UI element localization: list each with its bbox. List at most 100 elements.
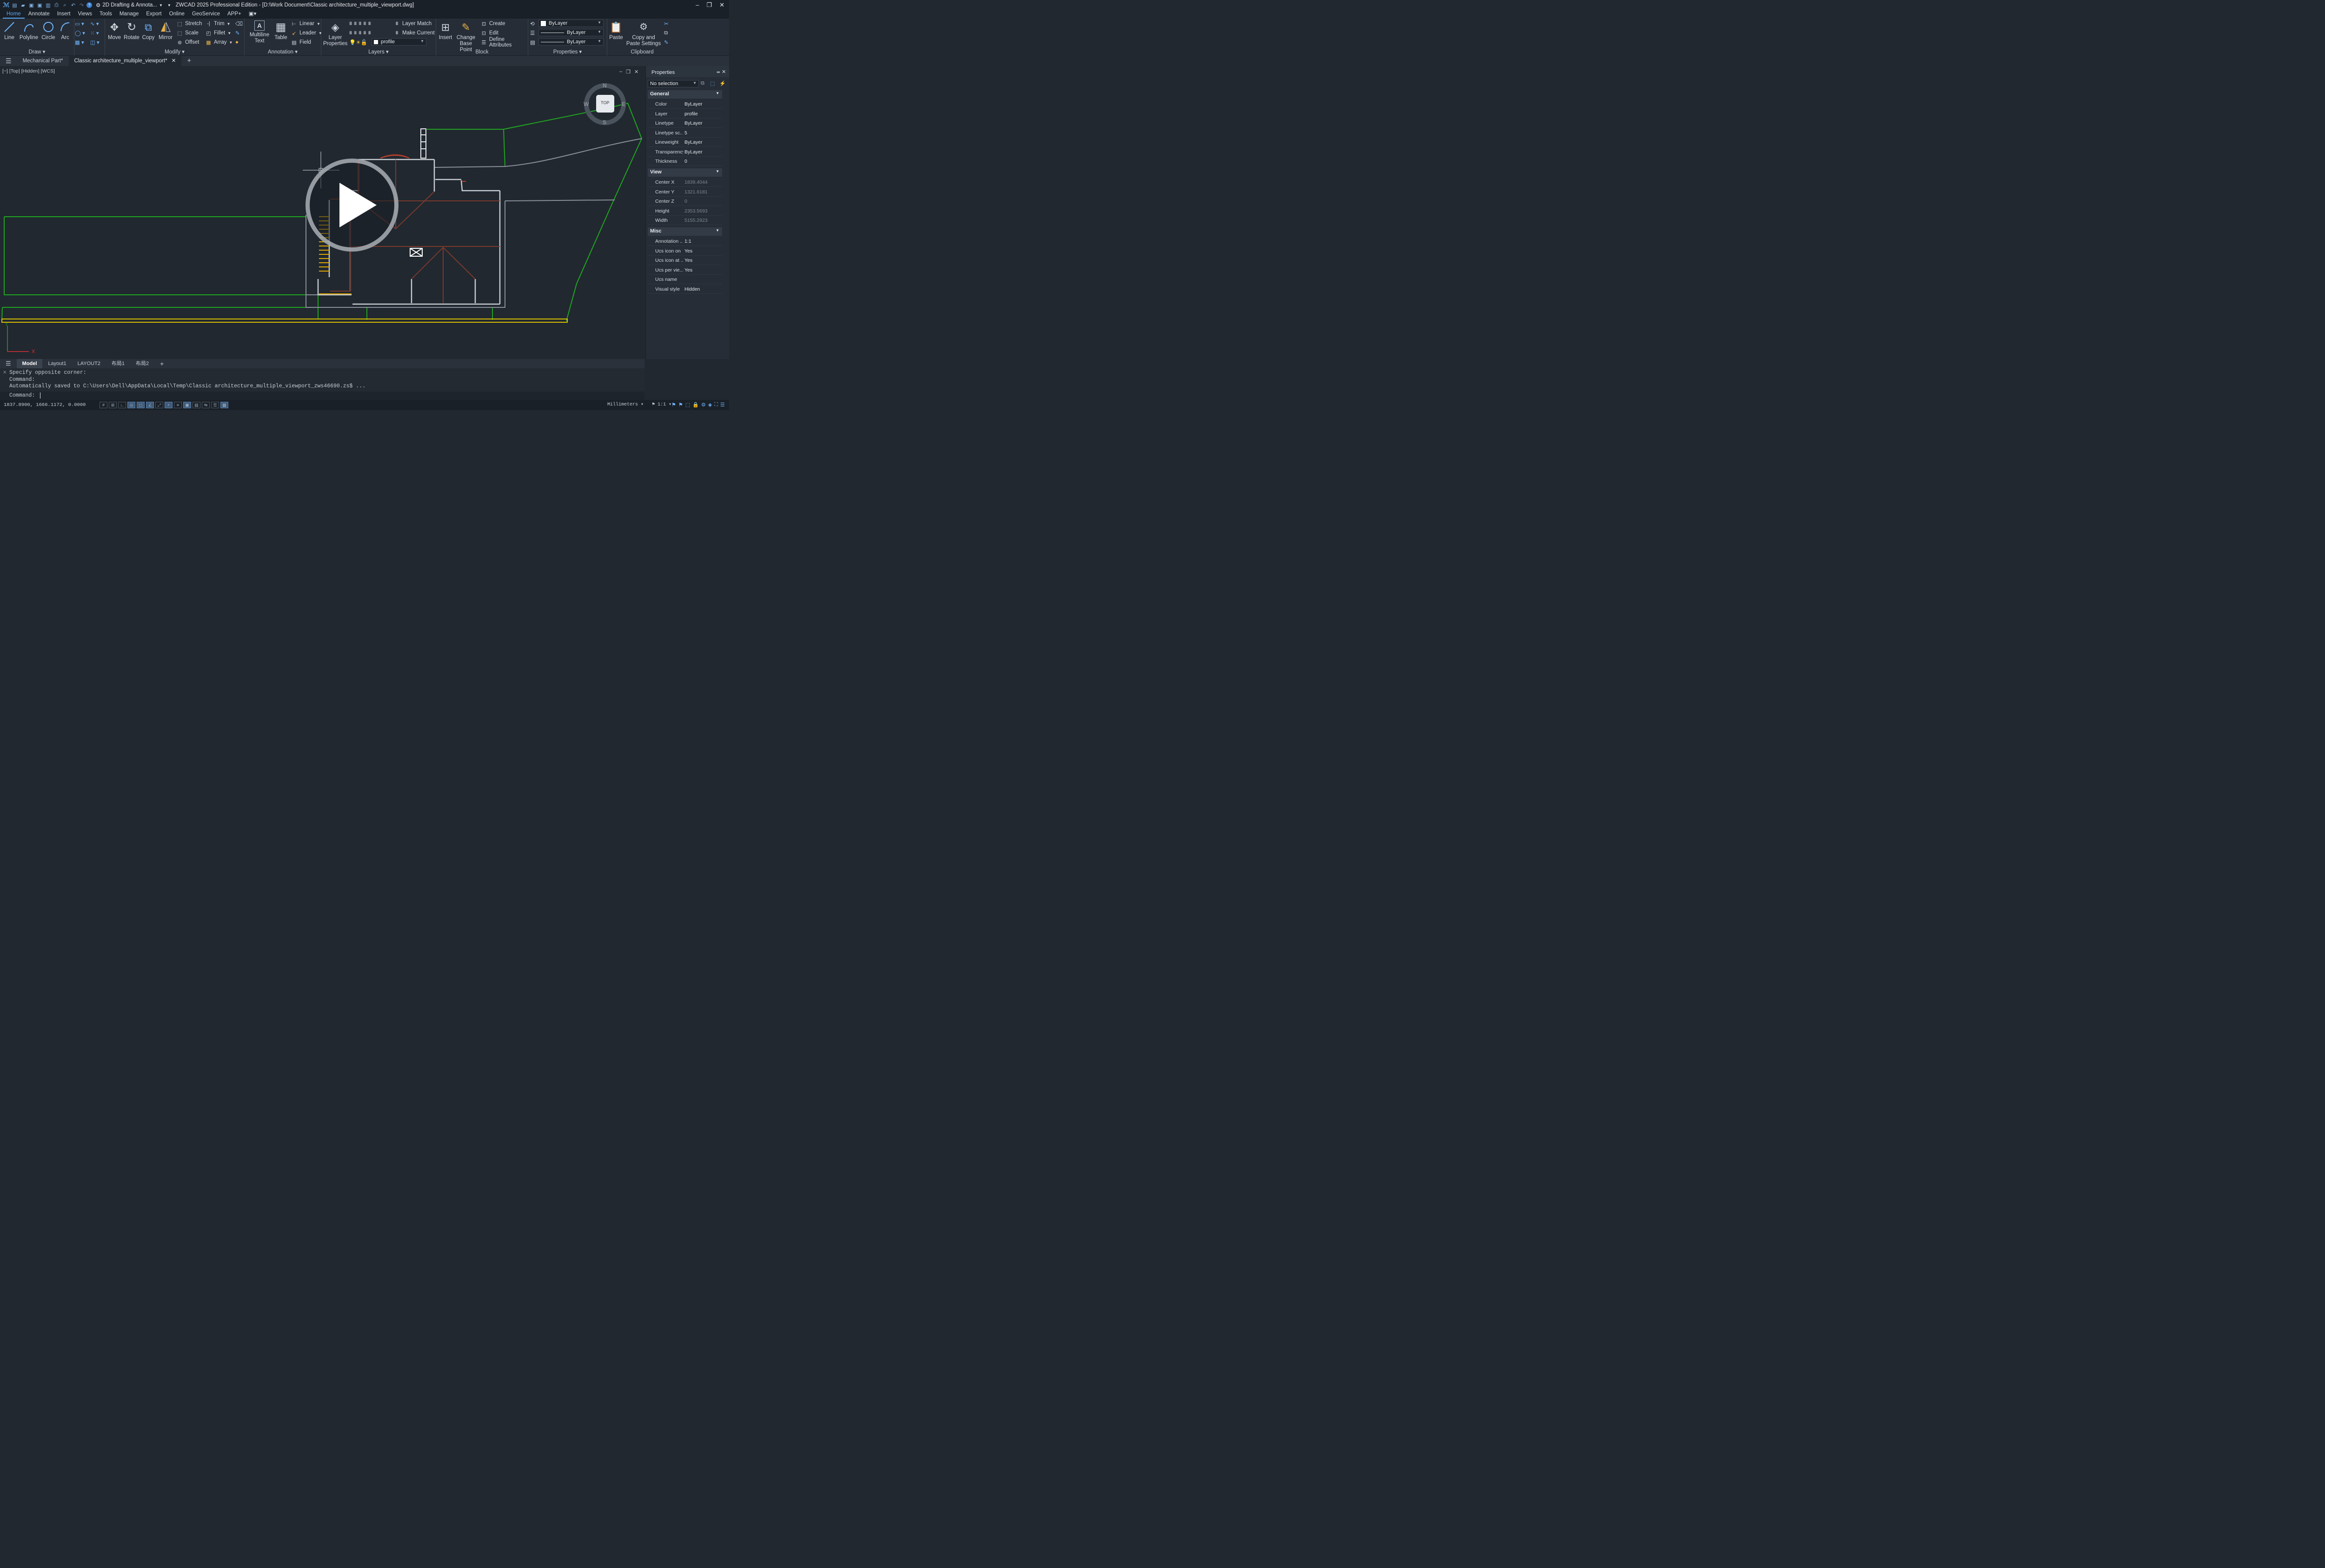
- file-tabs-menu-icon[interactable]: ☰: [0, 56, 17, 66]
- new-tab-icon[interactable]: +: [181, 56, 197, 66]
- customize-icon[interactable]: ☰: [720, 402, 725, 408]
- tab-online[interactable]: Online: [166, 10, 188, 19]
- transparency-icon[interactable]: ▣: [183, 402, 191, 408]
- model-space-icon[interactable]: ▦: [220, 402, 228, 408]
- point-icon[interactable]: ⁙ ▾: [90, 29, 99, 37]
- property-row[interactable]: Ucs per vie... Yes: [648, 266, 722, 275]
- hatch-icon[interactable]: ▦ ▾: [75, 38, 84, 47]
- save-icon[interactable]: ▣: [28, 2, 35, 9]
- linetype-dropdown[interactable]: ByLayer ▼: [538, 29, 604, 36]
- property-row[interactable]: Transparency ByLayer: [648, 147, 722, 157]
- table-button[interactable]: ▦ Table: [273, 20, 288, 41]
- property-value[interactable]: profile: [684, 111, 698, 117]
- match-properties-icon[interactable]: ⟲: [530, 20, 535, 28]
- define-attributes-button[interactable]: ☰ Define Attributes: [481, 37, 528, 48]
- print-icon[interactable]: ⎙: [53, 2, 60, 9]
- property-row[interactable]: Linetype sc... 5: [648, 128, 722, 138]
- break-icon[interactable]: ●: [235, 38, 239, 47]
- selection-dropdown[interactable]: No selection ▼: [648, 80, 699, 87]
- fillet-button[interactable]: ◰ Fillet ▼: [206, 29, 231, 37]
- annotation-visibility-icon[interactable]: ⚑: [671, 402, 676, 408]
- insert-button[interactable]: ⊞ Insert: [438, 20, 453, 41]
- compass-south[interactable]: S: [603, 119, 606, 126]
- cut-icon[interactable]: ✂: [664, 20, 669, 28]
- units-indicator[interactable]: Millimeters ▾ ⚑ 1:1 ▾: [607, 402, 671, 407]
- property-row[interactable]: Ucs icon on Yes: [648, 246, 722, 256]
- tab-export[interactable]: Export: [142, 10, 165, 19]
- viewcube-top-face[interactable]: TOP: [601, 100, 609, 105]
- tab-geoservice[interactable]: GeoService: [188, 10, 224, 19]
- close-icon[interactable]: ✕: [172, 58, 176, 64]
- arc-button[interactable]: Arc: [59, 20, 72, 41]
- property-value[interactable]: 0: [684, 199, 687, 204]
- misc-section-header[interactable]: Misc ▼: [648, 227, 722, 236]
- compass-west[interactable]: W: [584, 101, 589, 107]
- close-icon[interactable]: ✕: [634, 69, 638, 75]
- save-all-icon[interactable]: ▥: [45, 2, 52, 9]
- compass-north[interactable]: N: [603, 82, 607, 89]
- property-row[interactable]: Lineweight ByLayer: [648, 138, 722, 147]
- property-row[interactable]: Ucs name: [648, 275, 722, 284]
- circle-button[interactable]: Circle: [41, 20, 56, 41]
- property-value[interactable]: 5: [684, 130, 687, 136]
- line-button[interactable]: Line: [2, 20, 17, 41]
- clean-screen-icon[interactable]: ⛶: [714, 402, 718, 408]
- video-play-button[interactable]: [306, 159, 399, 252]
- coordinate-readout[interactable]: 1837.8900, 1666.1172, 0.0000: [0, 402, 98, 408]
- mirror-button[interactable]: Mirror: [157, 20, 174, 41]
- rotate-button[interactable]: ↻ Rotate: [123, 20, 140, 41]
- property-value[interactable]: 1321.6181: [684, 189, 708, 195]
- maximize-icon[interactable]: ❐: [706, 1, 712, 9]
- app-logo-icon[interactable]: ℳ: [3, 1, 10, 9]
- property-row[interactable]: Height 2353.5693: [648, 206, 722, 216]
- hardware-accel-icon[interactable]: ◈: [708, 402, 712, 408]
- property-value[interactable]: Yes: [684, 258, 692, 263]
- property-row[interactable]: Visual style Hidden: [648, 285, 722, 294]
- lineweight-toggle-icon[interactable]: ≡: [174, 402, 182, 408]
- lineweight-icon[interactable]: ☰: [530, 29, 535, 37]
- osnap-icon[interactable]: ◻: [137, 402, 145, 408]
- layout-tab-cn1[interactable]: 布局1: [106, 359, 130, 368]
- layer-dropdown[interactable]: profile ▼: [372, 38, 426, 46]
- property-row[interactable]: Thickness 0: [648, 157, 722, 166]
- help-icon[interactable]: ?: [86, 2, 92, 8]
- toggle-pickadd-icon[interactable]: ⧉: [701, 80, 704, 86]
- layer-match-button[interactable]: ⩩ Layer Match: [394, 20, 432, 28]
- make-current-button[interactable]: ⩩ Make Current: [394, 29, 435, 37]
- layout-tab-cn2[interactable]: 布局2: [130, 359, 154, 368]
- property-value[interactable]: 1:1: [684, 239, 691, 244]
- view-section-header[interactable]: View ▼: [648, 168, 722, 177]
- minimize-icon[interactable]: –: [696, 1, 699, 9]
- polar-icon[interactable]: ◎: [127, 402, 135, 408]
- property-value[interactable]: Yes: [684, 248, 692, 254]
- field-button[interactable]: ▤ Field: [291, 38, 311, 47]
- color-dropdown[interactable]: ByLayer ▼: [538, 20, 604, 27]
- close-icon[interactable]: ✕: [3, 370, 7, 375]
- polyline-button[interactable]: Polyline: [19, 20, 39, 41]
- property-row[interactable]: Center Y 1321.6181: [648, 187, 722, 197]
- isolate-icon[interactable]: ⬚: [685, 402, 690, 408]
- quick-select-icon[interactable]: ⚡: [719, 80, 726, 86]
- property-value[interactable]: 0: [684, 159, 687, 164]
- command-input[interactable]: Command:: [0, 392, 644, 400]
- ellipse-icon[interactable]: ◯ ▾: [75, 29, 85, 37]
- new-icon[interactable]: ▤: [11, 2, 18, 9]
- add-layout-icon[interactable]: +: [154, 359, 169, 368]
- match-prop-brush-icon[interactable]: ✎: [664, 38, 669, 47]
- create-block-button[interactable]: ⊡ Create: [481, 20, 505, 28]
- workspace-switcher[interactable]: ⚙ 2D Drafting & Annota... ▼ ▼: [96, 2, 171, 8]
- property-row[interactable]: Linetype ByLayer: [648, 119, 722, 128]
- minimize-icon[interactable]: –: [619, 69, 622, 75]
- auto-scale-icon[interactable]: ⚑: [678, 402, 683, 408]
- scale-button[interactable]: ⬚ Scale: [177, 29, 198, 37]
- spline-icon[interactable]: ∿ ▾: [90, 20, 99, 28]
- paste-button[interactable]: 📋 Paste: [609, 20, 623, 41]
- restore-icon[interactable]: ❐: [626, 69, 631, 75]
- property-value[interactable]: ByLayer: [684, 120, 703, 126]
- rectangle-icon[interactable]: ▭ ▾: [75, 20, 84, 28]
- property-value[interactable]: 1839.4044: [684, 179, 708, 185]
- compass-east[interactable]: E: [622, 101, 625, 107]
- offset-button[interactable]: ⊚ Offset: [177, 38, 199, 47]
- copy-paste-settings-button[interactable]: ⚙ Copy and Paste Settings: [625, 20, 662, 47]
- layout-menu-icon[interactable]: ☰: [0, 359, 17, 368]
